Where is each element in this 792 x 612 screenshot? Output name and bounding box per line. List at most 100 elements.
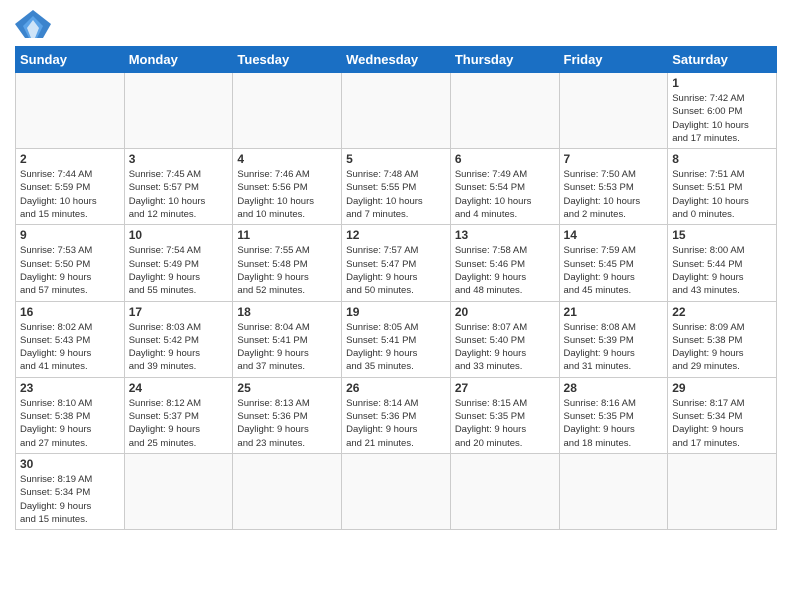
day-info: Sunrise: 7:59 AM Sunset: 5:45 PM Dayligh… [564,244,664,297]
weekday-header-tuesday: Tuesday [233,47,342,73]
calendar-cell: 8Sunrise: 7:51 AM Sunset: 5:51 PM Daylig… [668,149,777,225]
calendar-cell: 2Sunrise: 7:44 AM Sunset: 5:59 PM Daylig… [16,149,125,225]
calendar-cell: 23 Sunrise: 8:10 AM Sunset: 5:38 PM Dayli… [16,377,125,453]
day-number: 27 [455,381,555,395]
calendar-cell: 29 Sunrise: 8:17 AM Sunset: 5:34 PM Dayli… [668,377,777,453]
day-number: 29 [672,381,772,395]
day-number: 26 [346,381,446,395]
day-info: Sunrise: 7:53 AM Sunset: 5:50 PM Dayligh… [20,244,120,297]
header [15,10,777,40]
day-number: 22 [672,305,772,319]
page: SundayMondayTuesdayWednesdayThursdayFrid… [0,0,792,540]
weekday-header-friday: Friday [559,47,668,73]
weekday-header-row: SundayMondayTuesdayWednesdayThursdayFrid… [16,47,777,73]
calendar-cell: 13Sunrise: 7:58 AM Sunset: 5:46 PM Dayli… [450,225,559,301]
day-info: Sunrise: 8:08 AM Sunset: 5:39 PM Dayligh… [564,321,664,374]
calendar-cell: 28 Sunrise: 8:16 AM Sunset: 5:35 PM Dayli… [559,377,668,453]
logo-icon [15,10,51,40]
day-info: Sunrise: 8:04 AM Sunset: 5:41 PM Dayligh… [237,321,337,374]
calendar-cell [450,453,559,529]
calendar: SundayMondayTuesdayWednesdayThursdayFrid… [15,46,777,530]
day-number: 8 [672,152,772,166]
day-info: Sunrise: 7:49 AM Sunset: 5:54 PM Dayligh… [455,168,555,221]
calendar-cell: 19Sunrise: 8:05 AM Sunset: 5:41 PM Dayli… [342,301,451,377]
calendar-cell: 20 Sunrise: 8:07 AM Sunset: 5:40 PM Dayli… [450,301,559,377]
calendar-cell: 16 Sunrise: 8:02 AM Sunset: 5:43 PM Dayli… [16,301,125,377]
day-number: 7 [564,152,664,166]
day-number: 24 [129,381,229,395]
day-info: Sunrise: 8:03 AM Sunset: 5:42 PM Dayligh… [129,321,229,374]
calendar-cell [668,453,777,529]
calendar-cell: 10Sunrise: 7:54 AM Sunset: 5:49 PM Dayli… [124,225,233,301]
weekday-header-monday: Monday [124,47,233,73]
calendar-row-5: 23 Sunrise: 8:10 AM Sunset: 5:38 PM Dayli… [16,377,777,453]
day-number: 25 [237,381,337,395]
day-info: Sunrise: 8:07 AM Sunset: 5:40 PM Dayligh… [455,321,555,374]
calendar-cell: 1 Sunrise: 7:42 AM Sunset: 6:00 PM Daylig… [668,73,777,149]
day-info: Sunrise: 8:17 AM Sunset: 5:34 PM Dayligh… [672,397,772,450]
day-info: Sunrise: 8:09 AM Sunset: 5:38 PM Dayligh… [672,321,772,374]
calendar-cell [450,73,559,149]
day-number: 6 [455,152,555,166]
day-info: Sunrise: 8:02 AM Sunset: 5:43 PM Dayligh… [20,321,120,374]
day-number: 11 [237,228,337,242]
day-number: 1 [672,76,772,90]
calendar-cell [16,73,125,149]
day-number: 9 [20,228,120,242]
day-info: Sunrise: 8:10 AM Sunset: 5:38 PM Dayligh… [20,397,120,450]
calendar-cell [342,73,451,149]
day-info: Sunrise: 8:15 AM Sunset: 5:35 PM Dayligh… [455,397,555,450]
day-number: 17 [129,305,229,319]
calendar-cell [342,453,451,529]
calendar-row-1: 1 Sunrise: 7:42 AM Sunset: 6:00 PM Daylig… [16,73,777,149]
day-number: 13 [455,228,555,242]
calendar-cell: 30Sunrise: 8:19 AM Sunset: 5:34 PM Dayli… [16,453,125,529]
calendar-cell: 14 Sunrise: 7:59 AM Sunset: 5:45 PM Dayli… [559,225,668,301]
calendar-cell: 15Sunrise: 8:00 AM Sunset: 5:44 PM Dayli… [668,225,777,301]
day-number: 14 [564,228,664,242]
weekday-header-sunday: Sunday [16,47,125,73]
calendar-cell: 26 Sunrise: 8:14 AM Sunset: 5:36 PM Dayli… [342,377,451,453]
day-info: Sunrise: 7:46 AM Sunset: 5:56 PM Dayligh… [237,168,337,221]
day-info: Sunrise: 7:57 AM Sunset: 5:47 PM Dayligh… [346,244,446,297]
day-info: Sunrise: 8:05 AM Sunset: 5:41 PM Dayligh… [346,321,446,374]
calendar-cell: 9 Sunrise: 7:53 AM Sunset: 5:50 PM Daylig… [16,225,125,301]
day-number: 16 [20,305,120,319]
day-number: 12 [346,228,446,242]
calendar-row-2: 2Sunrise: 7:44 AM Sunset: 5:59 PM Daylig… [16,149,777,225]
day-info: Sunrise: 8:16 AM Sunset: 5:35 PM Dayligh… [564,397,664,450]
calendar-row-6: 30Sunrise: 8:19 AM Sunset: 5:34 PM Dayli… [16,453,777,529]
day-number: 3 [129,152,229,166]
day-number: 28 [564,381,664,395]
day-info: Sunrise: 7:45 AM Sunset: 5:57 PM Dayligh… [129,168,229,221]
logo [15,10,55,40]
day-info: Sunrise: 7:48 AM Sunset: 5:55 PM Dayligh… [346,168,446,221]
day-number: 20 [455,305,555,319]
weekday-header-saturday: Saturday [668,47,777,73]
day-number: 4 [237,152,337,166]
calendar-cell: 6 Sunrise: 7:49 AM Sunset: 5:54 PM Daylig… [450,149,559,225]
calendar-cell [124,73,233,149]
calendar-cell: 11 Sunrise: 7:55 AM Sunset: 5:48 PM Dayli… [233,225,342,301]
calendar-cell: 17 Sunrise: 8:03 AM Sunset: 5:42 PM Dayli… [124,301,233,377]
day-number: 21 [564,305,664,319]
calendar-cell: 27 Sunrise: 8:15 AM Sunset: 5:35 PM Dayli… [450,377,559,453]
calendar-cell: 18Sunrise: 8:04 AM Sunset: 5:41 PM Dayli… [233,301,342,377]
day-info: Sunrise: 7:50 AM Sunset: 5:53 PM Dayligh… [564,168,664,221]
day-number: 2 [20,152,120,166]
weekday-header-wednesday: Wednesday [342,47,451,73]
day-info: Sunrise: 7:55 AM Sunset: 5:48 PM Dayligh… [237,244,337,297]
day-info: Sunrise: 8:00 AM Sunset: 5:44 PM Dayligh… [672,244,772,297]
calendar-cell: 5 Sunrise: 7:48 AM Sunset: 5:55 PM Daylig… [342,149,451,225]
calendar-row-4: 16 Sunrise: 8:02 AM Sunset: 5:43 PM Dayli… [16,301,777,377]
day-number: 5 [346,152,446,166]
day-number: 23 [20,381,120,395]
calendar-cell [233,453,342,529]
calendar-cell: 7 Sunrise: 7:50 AM Sunset: 5:53 PM Daylig… [559,149,668,225]
day-info: Sunrise: 7:42 AM Sunset: 6:00 PM Dayligh… [672,92,772,145]
calendar-cell [233,73,342,149]
day-info: Sunrise: 8:14 AM Sunset: 5:36 PM Dayligh… [346,397,446,450]
day-info: Sunrise: 7:54 AM Sunset: 5:49 PM Dayligh… [129,244,229,297]
calendar-cell [124,453,233,529]
calendar-cell [559,73,668,149]
